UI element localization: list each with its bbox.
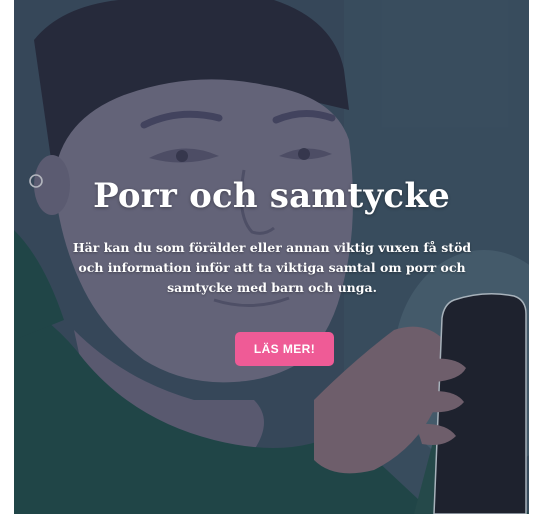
hero-description: Här kan du som förälder eller annan vikt… [72,240,472,295]
read-more-button[interactable]: LÄS MER! [235,332,334,366]
hero-title: Porr och samtycke [93,176,450,216]
hero-content: Porr och samtycke Här kan du som förälde… [14,0,529,514]
hero-banner: Porr och samtycke Här kan du som förälde… [14,0,529,514]
